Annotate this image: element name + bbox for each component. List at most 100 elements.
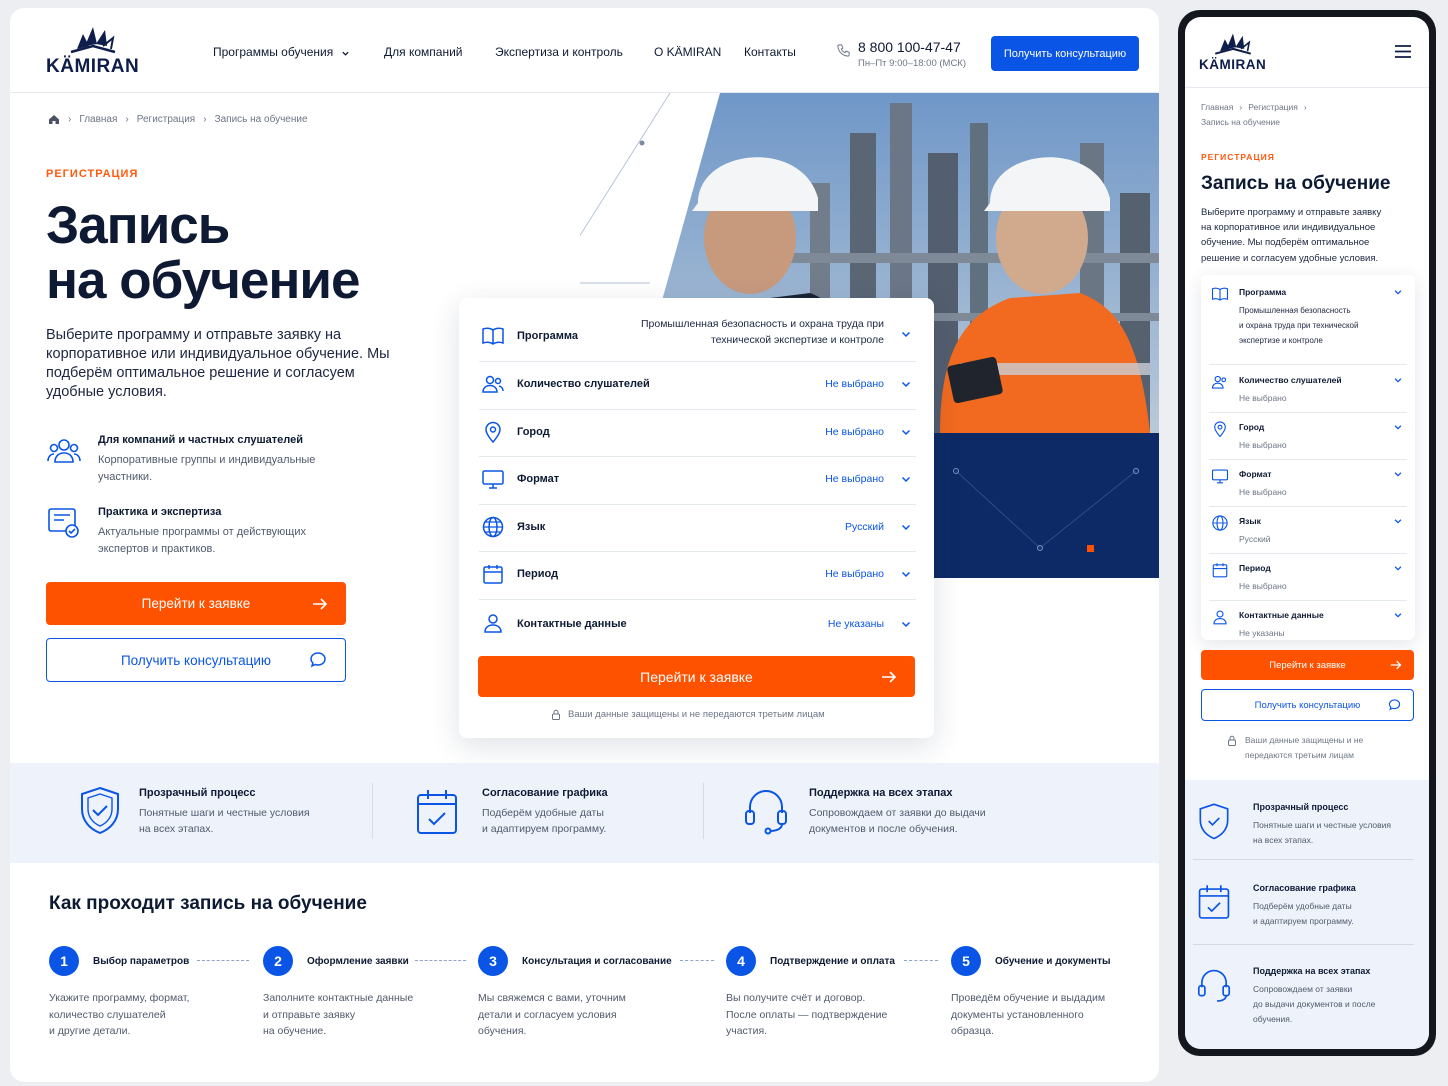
form-label: Контактные данные bbox=[517, 618, 627, 630]
hamburger-menu-icon[interactable] bbox=[1395, 45, 1411, 58]
consultation-button[interactable]: Получить консультацию bbox=[991, 36, 1139, 71]
program-select-value[interactable]: Промышленная безопасность и охрана труда … bbox=[1239, 303, 1358, 348]
form-row-contacts[interactable]: Контактные данные Не указаны bbox=[1209, 606, 1407, 640]
header: KÄMIRAN Программы обучения Для компаний … bbox=[10, 8, 1159, 93]
benefit-text: документов и после обучения. bbox=[809, 823, 958, 835]
contacts-select-value[interactable]: Не указаны bbox=[1239, 626, 1284, 641]
period-select-value[interactable]: Не выбрано bbox=[1239, 579, 1287, 594]
breadcrumb-registration[interactable]: Регистрация bbox=[1248, 102, 1298, 112]
breadcrumb-home[interactable]: Главная bbox=[1201, 102, 1233, 112]
nav-companies[interactable]: Для компаний bbox=[384, 45, 462, 59]
format-select-value[interactable]: Не выбрано bbox=[1239, 485, 1287, 500]
form-row-language[interactable]: Язык Русский bbox=[479, 505, 916, 552]
nav-contacts[interactable]: Контакты bbox=[744, 45, 796, 59]
step-text: Проведём обучение и выдадим документы уст… bbox=[951, 992, 1106, 1037]
format-select-value[interactable]: Не выбрано bbox=[825, 473, 884, 485]
chevron-down-icon[interactable] bbox=[1393, 516, 1403, 526]
user-icon bbox=[1213, 610, 1227, 625]
form-row-language[interactable]: Язык Русский bbox=[1209, 512, 1407, 554]
globe-icon bbox=[1212, 515, 1228, 531]
city-select-value[interactable]: Не выбрано bbox=[825, 426, 884, 438]
monitor-icon bbox=[482, 470, 504, 489]
monitor-icon bbox=[1211, 469, 1229, 484]
arrow-right-icon bbox=[313, 597, 328, 610]
period-select-value[interactable]: Не выбрано bbox=[825, 568, 884, 580]
form-submit-button[interactable]: Перейти к заявке bbox=[478, 656, 915, 697]
step-title: Подтверждение и оплата bbox=[770, 956, 895, 967]
benefit-text: Подберём удобные даты и адаптируем програ… bbox=[1253, 901, 1354, 926]
chat-bubble-icon bbox=[1388, 699, 1401, 711]
logo[interactable]: KÄMIRAN bbox=[46, 24, 139, 78]
chevron-down-icon[interactable] bbox=[900, 568, 912, 580]
chevron-down-icon[interactable] bbox=[1393, 287, 1403, 297]
mobile-application-form: Программа Промышленная безопасность и охр… bbox=[1201, 275, 1415, 640]
form-label: Язык bbox=[1239, 516, 1261, 526]
chevron-down-icon[interactable] bbox=[1393, 469, 1403, 479]
step-number: 3 bbox=[478, 946, 508, 976]
arrow-right-icon bbox=[882, 670, 897, 683]
step-connector bbox=[197, 960, 249, 961]
breadcrumb-home[interactable]: Главная bbox=[79, 114, 117, 125]
form-row-program[interactable]: Программа Промышленная безопасность и охр… bbox=[1209, 283, 1407, 365]
chevron-down-icon[interactable] bbox=[900, 328, 912, 340]
benefit-divider bbox=[372, 783, 373, 839]
step-text: Вы получите счёт и договор. После оплаты … bbox=[726, 992, 888, 1037]
go-to-application-button[interactable]: Перейти к заявке bbox=[46, 582, 346, 625]
chevron-down-icon[interactable] bbox=[341, 49, 350, 58]
mobile-go-to-application-button[interactable]: Перейти к заявке bbox=[1201, 650, 1414, 680]
nav-programs[interactable]: Программы обучения bbox=[213, 45, 333, 59]
chevron-down-icon[interactable] bbox=[900, 521, 912, 533]
form-label: Количество слушателей bbox=[1239, 375, 1342, 385]
chevron-down-icon[interactable] bbox=[900, 426, 912, 438]
chevron-down-icon[interactable] bbox=[1393, 563, 1403, 573]
phone-number[interactable]: 8 800 100-47-47 bbox=[858, 39, 961, 55]
calendar-icon bbox=[483, 565, 503, 584]
chevron-down-icon[interactable] bbox=[900, 378, 912, 390]
mobile-hero-description: Выберите программу и отправьте заявку на … bbox=[1201, 207, 1382, 264]
form-row-city[interactable]: Город Не выбрано bbox=[479, 410, 916, 457]
benefit-text: Понятные шаги и честные условия на всех э… bbox=[1253, 820, 1392, 845]
chevron-down-icon[interactable] bbox=[1393, 610, 1403, 620]
form-label: Количество слушателей bbox=[517, 378, 650, 390]
form-row-contacts[interactable]: Контактные данные Не указаны bbox=[479, 600, 916, 648]
get-consultation-button[interactable]: Получить консультацию bbox=[46, 638, 346, 682]
step-number: 4 bbox=[726, 946, 756, 976]
listeners-select-value[interactable]: Не выбрано bbox=[825, 378, 884, 390]
listeners-select-value[interactable]: Не выбрано bbox=[1239, 391, 1287, 406]
headset-icon bbox=[1197, 969, 1231, 1002]
chevron-down-icon[interactable] bbox=[900, 473, 912, 485]
form-row-listeners[interactable]: Количество слушателей Не выбрано bbox=[1209, 371, 1407, 413]
form-row-city[interactable]: Город Не выбрано bbox=[1209, 418, 1407, 460]
form-row-listeners[interactable]: Количество слушателей Не выбрано bbox=[479, 362, 916, 410]
mobile-logo[interactable]: KÄMIRAN bbox=[1199, 31, 1266, 72]
nav-about[interactable]: О KÄMIRAN bbox=[654, 45, 721, 59]
chevron-down-icon[interactable] bbox=[1393, 422, 1403, 432]
language-select-value[interactable]: Русский bbox=[845, 521, 884, 533]
breadcrumb-registration[interactable]: Регистрация bbox=[137, 114, 195, 125]
breadcrumb-current: Запись на обучение bbox=[1201, 117, 1281, 127]
form-row-period[interactable]: Период Не выбрано bbox=[1209, 559, 1407, 601]
form-row-format[interactable]: Формат Не выбрано bbox=[479, 457, 916, 505]
globe-icon bbox=[482, 516, 504, 538]
mobile-get-consultation-button[interactable]: Получить консультацию bbox=[1201, 689, 1414, 721]
benefit-text: и адаптируем программу. bbox=[482, 823, 607, 835]
form-row-program[interactable]: Программа Промышленная безопасность и ох… bbox=[479, 312, 916, 362]
form-row-format[interactable]: Формат Не выбрано bbox=[1209, 465, 1407, 507]
home-icon[interactable] bbox=[48, 114, 60, 125]
nav-expertise[interactable]: Экспертиза и контроль bbox=[495, 45, 623, 59]
chevron-down-icon[interactable] bbox=[900, 618, 912, 630]
users-icon bbox=[482, 375, 504, 393]
contacts-select-value[interactable]: Не указаны bbox=[828, 618, 884, 630]
mobile-page-title: Запись на обучение bbox=[1201, 173, 1391, 194]
mobile-breadcrumb: Главная › Регистрация › bbox=[1201, 102, 1307, 112]
breadcrumb-current: Запись на обучение bbox=[214, 114, 308, 125]
program-select-value[interactable]: Промышленная безопасность и охрана труда… bbox=[639, 316, 884, 348]
city-select-value[interactable]: Не выбрано bbox=[1239, 438, 1287, 453]
form-row-period[interactable]: Период Не выбрано bbox=[479, 552, 916, 600]
chevron-down-icon[interactable] bbox=[1393, 375, 1403, 385]
calendar-icon bbox=[1212, 563, 1228, 578]
benefit-text: Сопровождаем от заявки до выдачи документ… bbox=[1253, 984, 1376, 1024]
language-select-value[interactable]: Русский bbox=[1239, 532, 1271, 547]
go-to-application-label: Перейти к заявке bbox=[1269, 659, 1346, 671]
steps-title: Как проходит запись на обучение bbox=[49, 893, 367, 914]
